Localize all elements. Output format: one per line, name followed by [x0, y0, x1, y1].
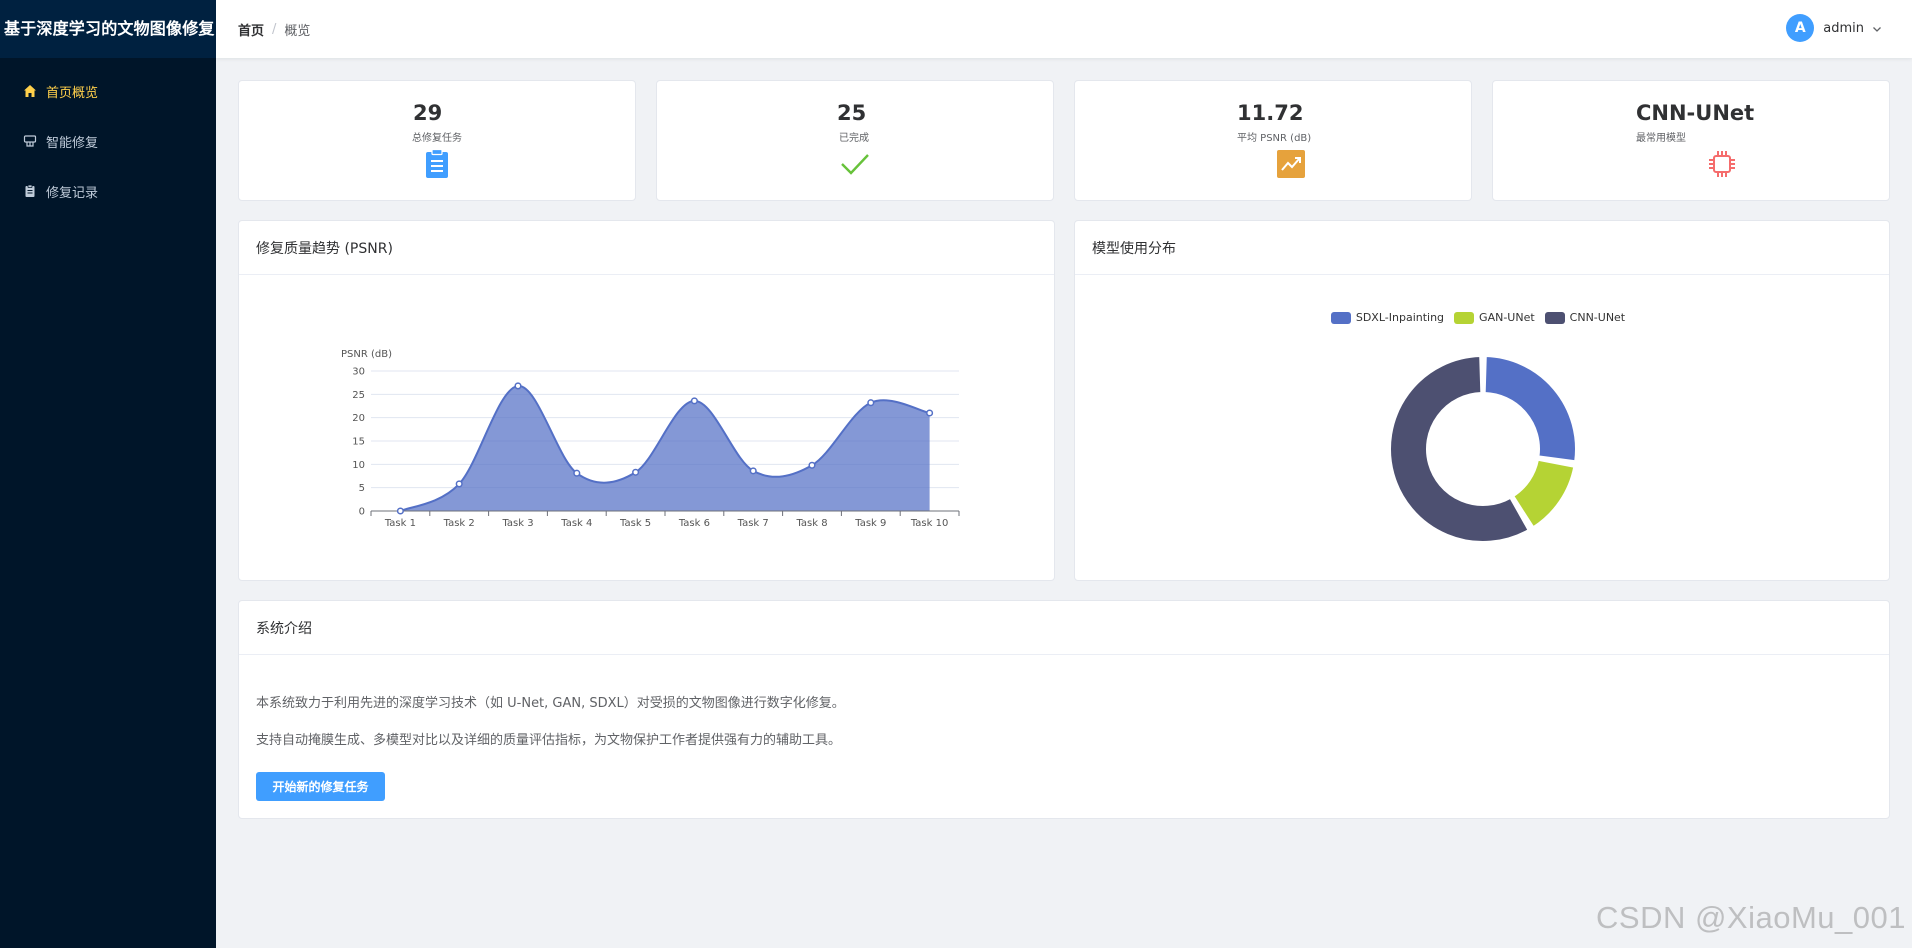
legend-swatch	[1330, 311, 1351, 324]
data-point	[690, 397, 698, 405]
stat-value: 29	[413, 101, 443, 125]
x-tick-label: Task 6	[678, 518, 710, 529]
y-tick-label: 15	[352, 437, 365, 448]
data-point	[632, 468, 640, 476]
stat-label: 最常用模型	[1636, 133, 1686, 144]
panel-title: 修复质量趋势 (PSNR)	[239, 221, 1054, 275]
breadcrumb-home-link[interactable]: 首页	[238, 20, 264, 39]
legend-swatch	[1454, 311, 1475, 324]
data-point	[514, 382, 522, 390]
sidebar: 基于深度学习的文物图像修复 首页概览 智能修复 修复记录	[0, 0, 216, 948]
model-usage-donut-chart	[1389, 355, 1577, 543]
legend-item[interactable]: CNN-UNet	[1544, 311, 1626, 324]
sidebar-item-repair[interactable]: 智能修复	[0, 116, 216, 166]
x-tick-label: Task 2	[443, 518, 475, 529]
intro-paragraph: 本系统致力于利用先进的深度学习技术（如 U-Net, GAN, SDXL）对受损…	[256, 696, 845, 711]
legend-swatch	[1544, 311, 1565, 324]
stat-value: CNN-UNet	[1636, 101, 1755, 125]
data-point	[926, 409, 934, 417]
stat-label: 平均 PSNR (dB)	[1237, 133, 1312, 144]
data-point	[749, 467, 757, 475]
breadcrumb-current: 概览	[284, 23, 311, 39]
avatar[interactable]: A	[1786, 14, 1815, 42]
panel-title: 系统介绍	[239, 601, 1889, 655]
x-tick-label: Task 10	[910, 518, 949, 529]
start-repair-task-button[interactable]: 开始新的修复任务	[256, 772, 385, 801]
psnr-trend-chart: PSNR (dB) 0 5 10 15 20 25 30 Task 1 Task 2 Task 3 T…	[341, 349, 960, 529]
y-tick-label: 20	[352, 413, 365, 424]
breadcrumb: 首页 / 概览	[238, 20, 310, 39]
clipboard-icon	[22, 183, 38, 199]
legend-item[interactable]: SDXL-Inpainting	[1330, 311, 1445, 324]
legend-label: GAN-UNet	[1479, 311, 1535, 324]
data-point	[573, 469, 581, 477]
cpu-icon	[1707, 149, 1737, 179]
intro-panel: 系统介绍 本系统致力于利用先进的深度学习技术（如 U-Net, GAN, SDX…	[238, 600, 1890, 819]
sidebar-item-overview[interactable]: 首页概览	[0, 66, 216, 116]
stat-card-top-model: CNN-UNet 最常用模型	[1492, 80, 1890, 201]
chevron-down-icon[interactable]	[1872, 19, 1882, 38]
x-tick-label: Task 9	[854, 518, 886, 529]
breadcrumb-separator: /	[272, 21, 277, 37]
clipboard-icon	[422, 149, 452, 179]
chart-legend: SDXL-Inpainting GAN-UNet CNN-UNet	[1075, 311, 1891, 324]
watermark-text: CSDN @XiaoMu_001	[1596, 900, 1906, 935]
stat-value: 11.72	[1237, 101, 1304, 125]
x-tick-label: Task 7	[737, 518, 769, 529]
legend-item[interactable]: GAN-UNet	[1454, 311, 1535, 324]
donut-slice	[1512, 458, 1576, 529]
top-header: 首页 / 概览 A admin	[216, 0, 1912, 58]
trend-chart-icon	[1276, 149, 1306, 179]
y-tick-label: 5	[359, 483, 365, 494]
x-tick-label: Task 3	[501, 518, 533, 529]
data-point	[396, 507, 404, 515]
x-tick-label: Task 5	[619, 518, 651, 529]
stat-card-total-tasks: 29 总修复任务	[238, 80, 636, 201]
y-tick-label: 30	[352, 367, 365, 378]
sidebar-item-label: 修复记录	[46, 185, 99, 201]
x-tick-label: Task 4	[560, 518, 592, 529]
y-tick-label: 10	[352, 460, 365, 471]
y-tick-label: 0	[359, 507, 365, 518]
intro-paragraph: 支持自动掩膜生成、多模型对比以及详细的质量评估指标，为文物保护工作者提供强有力的…	[256, 733, 842, 748]
home-icon	[22, 83, 38, 99]
username[interactable]: admin	[1823, 21, 1864, 36]
panel-title: 模型使用分布	[1075, 221, 1889, 275]
stat-card-avg-psnr: 11.72 平均 PSNR (dB)	[1074, 80, 1472, 201]
stat-card-completed: 25 已完成	[656, 80, 1054, 201]
model-panel: 模型使用分布 SDXL-Inpainting GAN-UNet CNN-UNet	[1074, 220, 1890, 581]
x-tick-label: Task 1	[384, 518, 416, 529]
sidebar-menu: 首页概览 智能修复 修复记录	[0, 58, 216, 216]
trend-panel: 修复质量趋势 (PSNR) PSNR (dB) 0 5 10 15 20 25 30 Task …	[238, 220, 1055, 581]
data-point	[808, 461, 816, 469]
y-axis-label: PSNR (dB)	[341, 349, 392, 360]
sidebar-item-label: 首页概览	[46, 85, 99, 101]
x-tick-label: Task 8	[795, 518, 827, 529]
stat-label: 已完成	[839, 133, 869, 144]
data-point	[867, 399, 875, 407]
y-tick-label: 25	[352, 390, 365, 401]
user-dropdown[interactable]: A admin	[1786, 14, 1882, 42]
check-icon	[840, 149, 870, 179]
app-title: 基于深度学习的文物图像修复	[0, 0, 216, 58]
data-point	[455, 480, 463, 488]
legend-label: CNN-UNet	[1569, 311, 1626, 324]
brush-icon	[22, 133, 38, 149]
stat-value: 25	[837, 101, 867, 125]
stat-label: 总修复任务	[412, 133, 462, 144]
legend-label: SDXL-Inpainting	[1355, 311, 1445, 324]
sidebar-item-label: 智能修复	[46, 135, 99, 151]
sidebar-item-records[interactable]: 修复记录	[0, 166, 216, 216]
donut-slice	[1483, 355, 1577, 463]
